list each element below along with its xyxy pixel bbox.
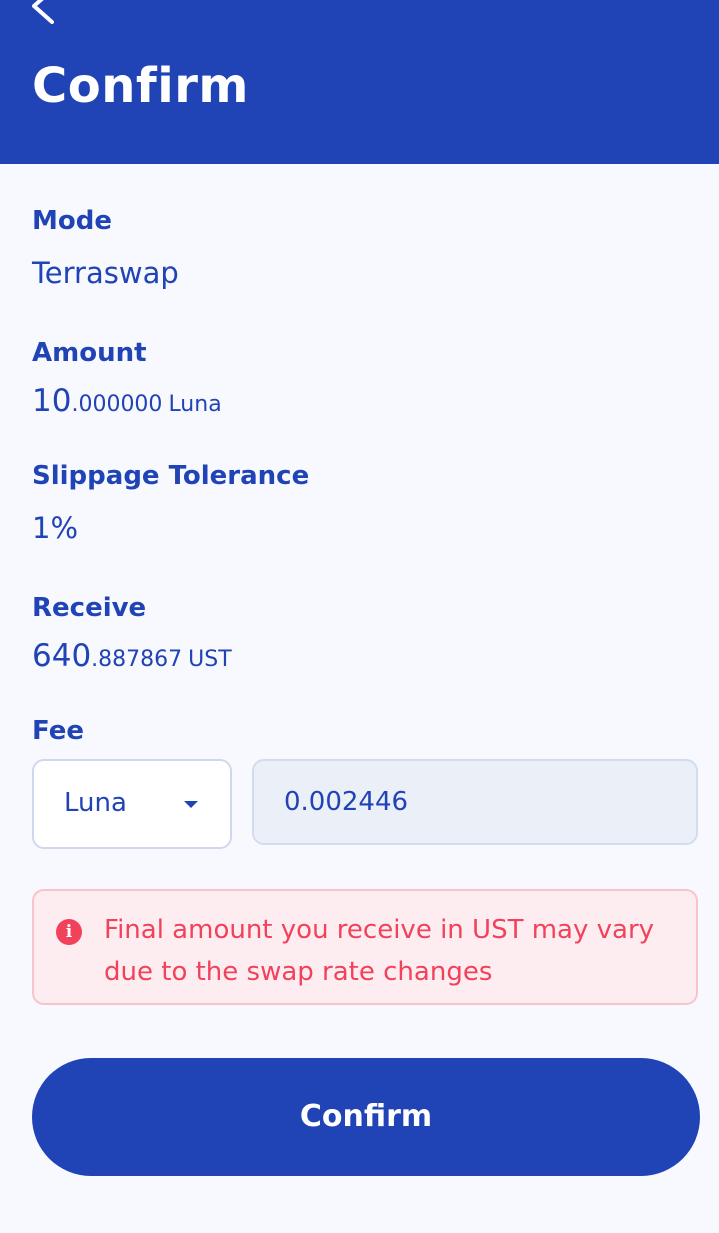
- receive-value: 640.887867 UST: [32, 638, 232, 679]
- slippage-value: 1%: [32, 511, 79, 545]
- page-title: Confirm: [32, 58, 249, 114]
- mode-label: Mode: [32, 206, 112, 236]
- amount-integer: 10: [32, 383, 72, 419]
- chevron-left-icon: [32, 0, 54, 24]
- warning-text: Final amount you receive in UST may vary…: [104, 915, 655, 987]
- receive-decimal: .887867: [91, 647, 183, 672]
- caret-down-icon: [184, 801, 198, 808]
- receive-integer: 640: [32, 638, 92, 674]
- receive-unit: UST: [188, 647, 232, 672]
- mode-value: Terraswap: [32, 256, 179, 290]
- warning-message: i Final amount you receive in UST may va…: [32, 889, 698, 1005]
- info-icon: i: [56, 919, 82, 945]
- back-button[interactable]: [26, 0, 66, 24]
- slippage-label: Slippage Tolerance: [32, 461, 310, 491]
- fee-amount-input[interactable]: [252, 759, 698, 845]
- app-header: Confirm: [0, 0, 719, 164]
- amount-decimal: .000000: [71, 392, 163, 417]
- fee-denom-select[interactable]: Luna: [32, 759, 232, 849]
- amount-unit: Luna: [168, 392, 222, 417]
- receive-label: Receive: [32, 593, 147, 623]
- amount-value: 10.000000 Luna: [32, 383, 222, 424]
- fee-label: Fee: [32, 716, 84, 746]
- fee-denom-value: Luna: [64, 788, 127, 818]
- confirm-button[interactable]: Confirm: [32, 1058, 700, 1176]
- amount-label: Amount: [32, 338, 147, 368]
